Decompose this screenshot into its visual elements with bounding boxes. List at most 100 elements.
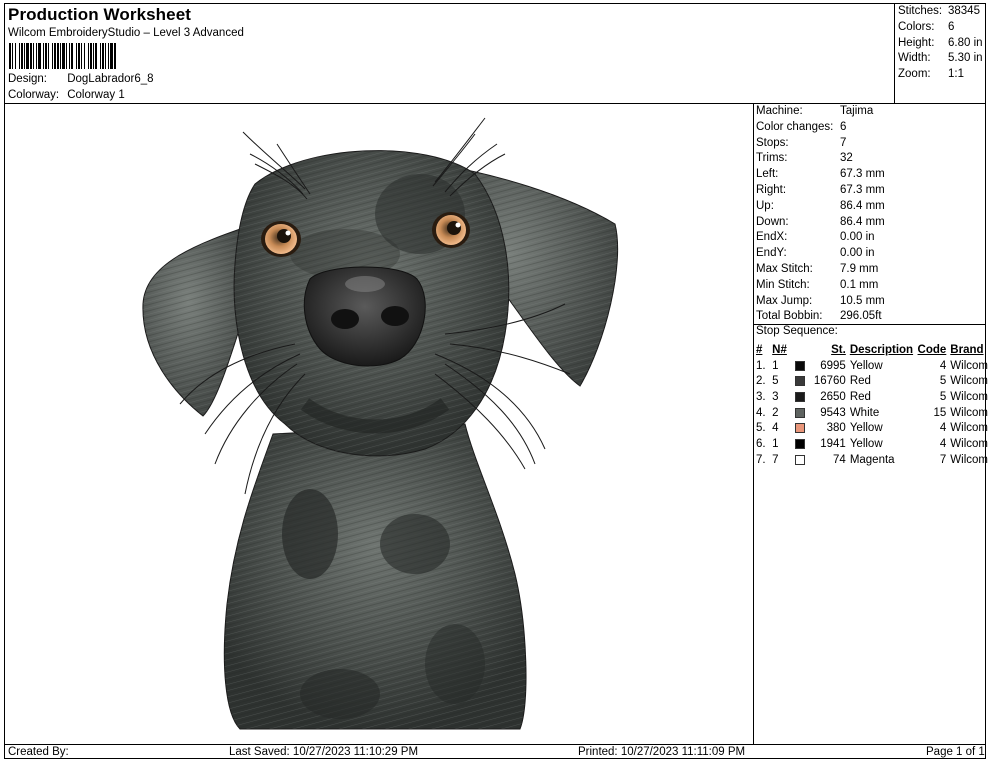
row-color: [793, 373, 809, 389]
row-description: Red: [849, 375, 871, 388]
footer-divider: [4, 744, 986, 745]
table-row: 1. 1 6995 Yellow 4 Wilcom: [754, 358, 990, 374]
info-row: EndX: 0.00 in: [756, 230, 885, 246]
info-row: Stops: 7: [756, 136, 885, 152]
embroidery-design-preview: [142, 117, 619, 730]
info-value: 7.9 mm: [840, 262, 879, 275]
row-needle: 5: [772, 375, 779, 388]
row-color: [793, 389, 809, 405]
row-brand: Wilcom: [950, 390, 988, 403]
row-code: 4: [939, 422, 947, 435]
info-label: Right:: [756, 183, 787, 196]
info-row: Down: 86.4 mm: [756, 215, 885, 231]
row-code: 5: [939, 390, 947, 403]
barcode: [9, 43, 116, 69]
col-needle-header: N#: [772, 343, 787, 356]
color-swatch: [795, 376, 806, 387]
stat-label: Height:: [898, 36, 935, 49]
last-saved: Last Saved: 10/27/2023 11:10:29 PM: [229, 746, 419, 758]
row-description: Magenta: [849, 453, 895, 466]
stat-value: 6: [948, 20, 955, 33]
machine-info: Machine: Tajima Color changes: 6 Stops: 7 T…: [756, 104, 885, 325]
stat-row: Width: 5.30 in: [898, 51, 983, 67]
info-label: Down:: [756, 215, 789, 228]
row-stitches: 380: [826, 422, 846, 435]
row-stitches: 2650: [820, 390, 846, 403]
info-label: Min Stitch:: [756, 278, 810, 291]
row-needle: 7: [772, 453, 779, 466]
info-value: 6: [840, 120, 847, 133]
row-brand: Wilcom: [950, 453, 988, 466]
table-row: 5. 4 380 Yellow 4 Wilcom: [754, 420, 990, 436]
row-stitches: 74: [833, 453, 846, 466]
table-header-row: # N# St. Description Code Brand: [754, 342, 990, 358]
info-row: Total Bobbin: 296.05ft: [756, 309, 885, 325]
row-num: 3.: [756, 390, 766, 403]
page-number: Page 1 of 1: [926, 746, 985, 758]
stat-value: 38345: [948, 5, 980, 17]
info-label: Trims:: [756, 152, 788, 165]
color-swatch: [795, 407, 806, 418]
row-num: 7.: [756, 453, 766, 466]
stat-label: Stitches:: [898, 5, 943, 17]
stat-row: Colors: 6: [898, 20, 983, 36]
stat-row: Height: 6.80 in: [898, 36, 983, 52]
row-num: 4.: [756, 406, 766, 419]
info-value: 86.4 mm: [840, 215, 885, 228]
col-num-header: #: [756, 343, 763, 356]
design-stats: Stitches: 38345 Colors: 6 Height: 6.80 in W…: [898, 4, 983, 83]
colorway-value: Colorway 1: [67, 89, 125, 101]
row-brand: Wilcom: [950, 437, 988, 450]
row-brand: Wilcom: [950, 375, 988, 388]
software-name: Wilcom EmbroideryStudio – Level 3 Advanc…: [8, 27, 244, 39]
design-value: DogLabrador6_8: [67, 73, 154, 85]
row-code: 5: [939, 375, 947, 388]
stat-row: Zoom: 1:1: [898, 67, 983, 83]
row-code: 4: [939, 359, 947, 372]
row-color: [793, 420, 809, 436]
stat-label: Colors:: [898, 20, 935, 33]
info-row: Color changes: 6: [756, 120, 885, 136]
row-code: 7: [939, 453, 947, 466]
row-num: 6.: [756, 437, 766, 450]
info-label: EndX:: [756, 231, 788, 244]
stop-sequence-label: Stop Sequence:: [756, 325, 838, 337]
info-value: Tajima: [840, 105, 874, 117]
row-stitches: 16760: [813, 375, 846, 388]
col-description-header: Description: [849, 343, 914, 356]
printed-date: Printed: 10/27/2023 11:11:09 PM: [578, 746, 746, 758]
row-stitches: 1941: [820, 437, 846, 450]
stat-value: 1:1: [948, 68, 964, 81]
color-swatch: [795, 360, 806, 371]
info-row: Max Jump: 10.5 mm: [756, 294, 885, 310]
col-code-header: Code: [917, 343, 947, 356]
table-row: 7. 7 74 Magenta 7 Wilcom: [754, 452, 990, 468]
row-brand: Wilcom: [950, 422, 988, 435]
info-value: 10.5 mm: [840, 294, 885, 307]
row-brand: Wilcom: [950, 359, 988, 372]
row-brand: Wilcom: [950, 406, 988, 419]
color-swatch: [795, 454, 806, 465]
design-label: Design:: [8, 73, 47, 85]
info-label: Stops:: [756, 136, 789, 149]
row-needle: 4: [772, 422, 779, 435]
page-title: Production Worksheet: [8, 5, 192, 24]
colorway-row: Colorway: Colorway 1: [8, 89, 125, 101]
info-label: Max Stitch:: [756, 262, 813, 275]
row-num: 2.: [756, 375, 766, 388]
info-label: EndY:: [756, 247, 787, 260]
table-row: 2. 5 16760 Red 5 Wilcom: [754, 373, 990, 389]
info-row: Machine: Tajima: [756, 104, 885, 120]
color-swatch: [795, 423, 806, 434]
row-code: 4: [939, 437, 947, 450]
row-color: [793, 436, 809, 452]
row-description: Yellow: [849, 437, 883, 450]
info-label: Left:: [756, 168, 779, 181]
info-value: 0.00 in: [840, 247, 875, 260]
table-row: 6. 1 1941 Yellow 4 Wilcom: [754, 436, 990, 452]
stat-value: 5.30 in: [948, 52, 983, 65]
info-value: 86.4 mm: [840, 199, 885, 212]
row-needle: 2: [772, 406, 779, 419]
info-row: Max Stitch: 7.9 mm: [756, 262, 885, 278]
info-value: 0.1 mm: [840, 278, 879, 291]
